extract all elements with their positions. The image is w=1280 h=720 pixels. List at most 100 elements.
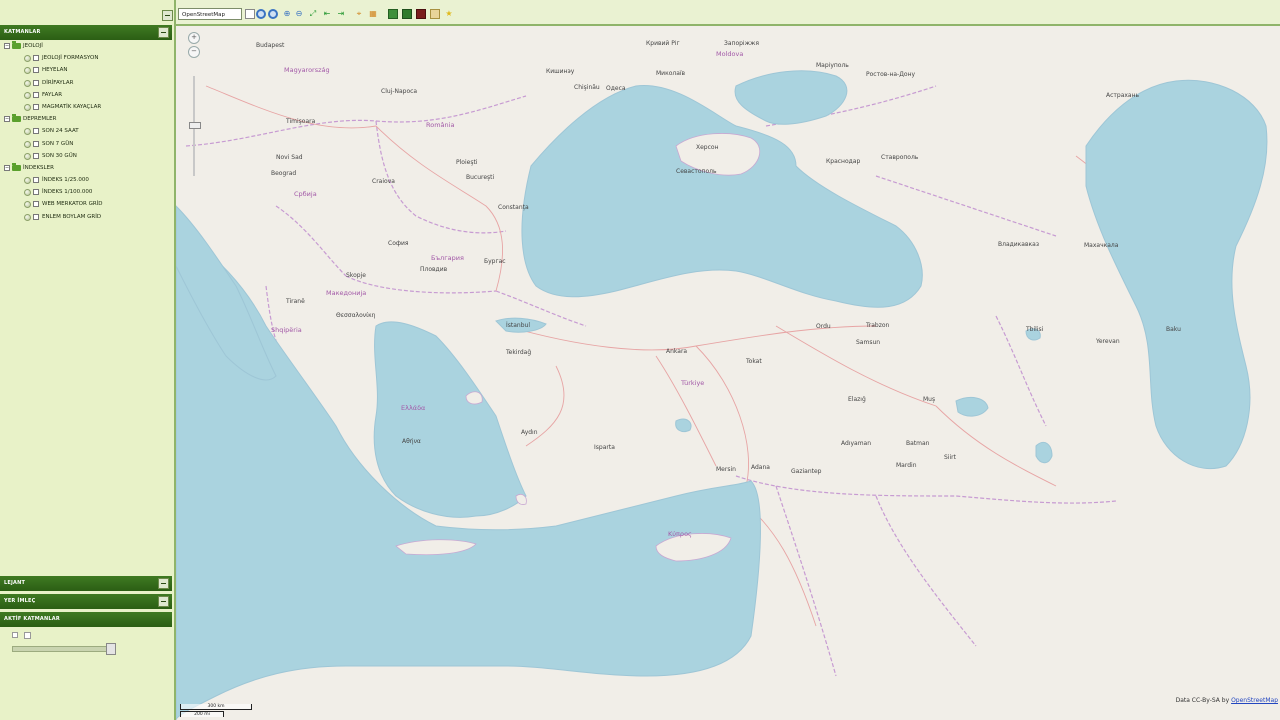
scale-bar: 300 km 200 mi [180, 704, 254, 718]
layer-item-label: DİRİFAYLAR [42, 79, 74, 86]
expand-toggle-icon[interactable]: − [4, 116, 10, 123]
map-label: Constanța [498, 204, 529, 211]
layer-icon [24, 55, 31, 63]
previous-view-icon[interactable]: ⇤ [322, 9, 332, 19]
opacity-slider-track[interactable] [12, 646, 116, 652]
favorite-star-icon[interactable]: ★ [444, 9, 454, 19]
zoom-in-tool-icon[interactable]: ⊕ [282, 9, 292, 19]
map-label: България [431, 254, 464, 262]
map-label: Tiranë [286, 298, 305, 305]
layer-tree: − JEOLOJİ JEOLOJİ FORMASYON HEYELAN DİRİFAYL… [0, 40, 170, 223]
map-label: Muş [923, 396, 936, 403]
map-label: Skopje [346, 272, 366, 279]
map-label: Пловдив [420, 266, 448, 273]
layer-item[interactable]: İNDEKS 1/25.000 [0, 174, 170, 186]
map-label: Κύπρος [668, 530, 692, 538]
layer-group[interactable]: − İNDEKSLER [0, 162, 170, 174]
map-label: Кривий Ріг [646, 40, 680, 47]
base-layer-select[interactable]: OpenStreetMap [178, 8, 242, 20]
layer-checkbox[interactable] [33, 91, 39, 98]
collapse-search-icon[interactable] [158, 596, 169, 607]
map-attribution: Data CC-By-SA by OpenStreetMap [1176, 697, 1278, 704]
layer-checkbox[interactable] [33, 128, 39, 135]
lake-tuz [675, 418, 692, 433]
layer-checkbox[interactable] [33, 79, 39, 86]
layer-item-label: SON 30 GÜN [42, 152, 77, 159]
map-label: Одеса [606, 85, 626, 92]
info-book-icon[interactable] [416, 9, 426, 19]
map-label: Magyarország [284, 66, 330, 74]
map-label: Ростов-на-Дону [866, 71, 916, 78]
print-icon[interactable] [388, 9, 398, 19]
measure-distance-icon[interactable]: ⌖ [354, 9, 364, 19]
map-label: Tokat [746, 358, 762, 365]
layer-item[interactable]: SON 30 GÜN [0, 150, 170, 162]
zoom-out-button[interactable]: − [188, 46, 200, 58]
collapse-legend-icon[interactable] [158, 578, 169, 589]
map-label: Cluj-Napoca [381, 88, 418, 95]
collapse-left-icon[interactable] [162, 10, 173, 21]
search-panel-header[interactable]: YER İMLEÇ [0, 594, 172, 609]
scale-bar-bottom: 200 mi [180, 711, 224, 717]
layer-group-label: JEOLOJİ [23, 43, 43, 49]
map-label: София [388, 240, 409, 247]
layer-checkbox[interactable] [33, 55, 39, 62]
zoom-slider-thumb[interactable] [189, 122, 201, 129]
layer-group[interactable]: − JEOLOJİ [0, 40, 170, 52]
zoom-in-button[interactable]: + [188, 32, 200, 44]
layer-item[interactable]: ENLEM BOYLAM GRİD [0, 211, 170, 223]
map-label: Ordu [816, 323, 831, 330]
layer-checkbox[interactable] [33, 177, 39, 184]
layer-item[interactable]: MAGMATİK KAYAÇLAR [0, 101, 170, 113]
map-label: Владикавказ [998, 241, 1040, 248]
notes-icon[interactable] [430, 9, 440, 19]
layer-checkbox[interactable] [33, 213, 39, 220]
layer-checkbox[interactable] [33, 103, 39, 110]
map-label: Beograd [271, 170, 297, 177]
active-layer-checkbox[interactable] [24, 632, 31, 639]
folder-icon [12, 162, 21, 171]
layer-item[interactable]: JEOLOJİ FORMASYON [0, 52, 170, 64]
next-view-icon[interactable]: ⇥ [336, 9, 346, 19]
map-label: Moldova [716, 50, 744, 58]
layer-checkbox[interactable] [33, 189, 39, 196]
full-extent-icon[interactable]: ⤢ [308, 9, 318, 19]
active-layer-node-icon[interactable] [12, 632, 18, 638]
layer-checkbox[interactable] [33, 152, 39, 159]
layer-checkbox[interactable] [33, 201, 39, 208]
collapse-layers-icon[interactable] [158, 27, 169, 38]
map-label: İstanbul [506, 322, 531, 329]
layer-group[interactable]: − DEPREMLER [0, 113, 170, 125]
layer-item[interactable]: SON 24 SAAT [0, 125, 170, 137]
globe-icon[interactable] [268, 9, 278, 19]
layer-item-label: SON 24 SAAT [42, 128, 79, 135]
layers-panel-header[interactable]: KATMANLAR [0, 25, 172, 40]
zoom-out-tool-icon[interactable]: ⊖ [294, 9, 304, 19]
zoom-extent-icon[interactable] [256, 9, 266, 19]
expand-toggle-icon[interactable]: − [4, 43, 10, 49]
map-label: Isparta [594, 444, 615, 451]
active-layers-panel-header[interactable]: AKTİF KATMANLAR [0, 612, 172, 627]
app-window: KATMANLAR − JEOLOJİ JEOLOJİ FORMASYON HEYEL… [0, 0, 1280, 720]
expand-toggle-icon[interactable]: − [4, 164, 10, 171]
active-layers-panel-title: AKTİF KATMANLAR [4, 616, 60, 622]
layer-icon [24, 140, 31, 148]
opacity-slider-thumb[interactable] [106, 643, 116, 655]
layer-item[interactable]: FAYLAR [0, 89, 170, 101]
layer-icon [24, 189, 31, 197]
map-canvas[interactable]: Budapest Magyarország Cluj-Napoca România Ti… [176, 26, 1280, 720]
export-icon[interactable] [402, 9, 412, 19]
layer-item[interactable]: SON 7 GÜN [0, 138, 170, 150]
layer-item-label: İNDEKS 1/25.000 [42, 177, 89, 184]
layer-group-label: İNDEKSLER [23, 164, 54, 171]
layer-checkbox[interactable] [33, 140, 39, 147]
dropdown-arrow-icon[interactable] [245, 9, 255, 19]
attribution-link[interactable]: OpenStreetMap [1231, 697, 1278, 704]
layer-checkbox[interactable] [33, 67, 39, 74]
layer-item[interactable]: HEYELAN [0, 64, 170, 76]
layer-item[interactable]: İNDEKS 1/100.000 [0, 186, 170, 198]
legend-panel-header[interactable]: LEJANT [0, 576, 172, 591]
layer-item[interactable]: DİRİFAYLAR [0, 77, 170, 89]
measure-area-icon[interactable]: ▦ [368, 9, 378, 19]
layer-item[interactable]: WEB MERKATOR GRİD [0, 198, 170, 210]
